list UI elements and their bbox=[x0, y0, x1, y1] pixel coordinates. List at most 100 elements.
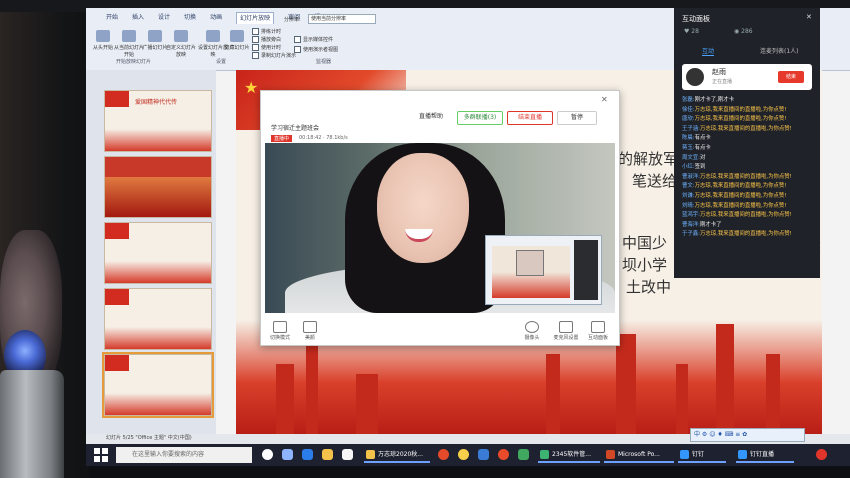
wechat-icon[interactable] bbox=[518, 449, 529, 460]
chat-text: 刚才卡了 bbox=[700, 221, 722, 228]
hide-slide-icon bbox=[230, 30, 244, 42]
chat-text: 有点卡 bbox=[694, 144, 711, 151]
notification-icon[interactable] bbox=[816, 449, 827, 460]
end-live-button[interactable]: 结束直播 bbox=[507, 111, 553, 125]
chat-message: 徐佳:万志琼,我来直播间的直播啦,为你点赞! bbox=[682, 106, 816, 116]
switch-mode-button[interactable]: 切换模式 bbox=[265, 321, 295, 341]
explorer-icon[interactable] bbox=[322, 449, 333, 460]
chat-text: 有点卡 bbox=[694, 135, 711, 142]
chat-message: 小红:签到 bbox=[682, 163, 816, 173]
chat-user: 张磊: bbox=[682, 97, 695, 103]
windows-taskbar: 在这里输入你要搜索的内容 万志琼2020秋... 2345软件管... Micr… bbox=[86, 444, 850, 466]
presenter-view-check[interactable]: 使用演示者视图 bbox=[294, 46, 338, 53]
chat-message: 于子鑫:万志琼,我来直播间的直播啦,为你点赞! bbox=[682, 230, 816, 240]
chat-text: 万志琼,我来直播间的直播啦,为你点赞! bbox=[694, 106, 787, 113]
taskbar-item-folder[interactable]: 万志琼2020秋... bbox=[364, 447, 430, 463]
slide-thumb-5[interactable]: 5 bbox=[102, 352, 214, 418]
chat-text: 万志琼,我来直播间的直播啦,为你点赞! bbox=[694, 183, 787, 190]
status-text: 幻灯片 5/25 "Office 主题" 中文(中国) bbox=[106, 435, 192, 441]
slide-thumb-1[interactable]: 1 爱国精神代代传 bbox=[104, 90, 212, 152]
mic-icon bbox=[559, 321, 573, 333]
end-mic-button[interactable]: 结束 bbox=[778, 71, 804, 83]
tab-home[interactable]: 开始 bbox=[106, 12, 118, 24]
close-icon[interactable]: ✕ bbox=[601, 95, 608, 104]
app-2345-icon bbox=[540, 450, 549, 459]
chat-text: 万志琼,我来直播间的直播啦,为你点赞! bbox=[700, 231, 792, 238]
host-card: 赵雨 正在直播 结束 bbox=[682, 64, 812, 90]
chat-user: 刘谦: bbox=[682, 192, 695, 199]
slide-thumb-4[interactable]: 4 bbox=[104, 288, 212, 350]
interaction-panel: 互动面板 ✕ ♥ 28 ◉ 286 互动 连麦列表(1人) 赵雨 正在直播 结束… bbox=[674, 8, 820, 278]
app2-icon[interactable] bbox=[478, 449, 489, 460]
chat-user: 小红: bbox=[682, 164, 695, 171]
taskbar-item-2345[interactable]: 2345软件管... bbox=[538, 447, 600, 463]
host-name: 赵雨 bbox=[712, 68, 726, 76]
browser-icon[interactable] bbox=[438, 449, 449, 460]
chat-user: 曹文: bbox=[682, 183, 695, 190]
beauty-button[interactable]: 美颜 bbox=[295, 321, 325, 341]
tab-interaction[interactable]: 互动 bbox=[702, 46, 715, 56]
chat-text: 万志琼,我来直播间的直播啦,为你点赞! bbox=[700, 212, 792, 219]
chat-user: 徐佳: bbox=[682, 106, 695, 113]
taskbar-item-powerpoint[interactable]: Microsoft Po... bbox=[604, 447, 674, 463]
multi-group-button[interactable]: 多群联播(3) bbox=[457, 111, 503, 125]
tab-insert[interactable]: 插入 bbox=[132, 12, 144, 24]
broadcast-icon bbox=[148, 30, 162, 42]
tab-slideshow[interactable]: 幻灯片放映 bbox=[236, 12, 275, 24]
likes-count: ♥ 28 bbox=[684, 28, 699, 35]
chat-text: 万志琼,我来直播间的直播啦,为你点赞! bbox=[694, 116, 787, 123]
chrome-icon[interactable] bbox=[498, 449, 509, 460]
views-count: ◉ 286 bbox=[734, 28, 753, 35]
live-help-button[interactable]: 直播帮助 bbox=[409, 111, 453, 123]
edge-icon[interactable] bbox=[302, 449, 313, 460]
poem-line-2: 笔送给 bbox=[632, 172, 678, 190]
live-time: 00:18:42 · 78.1kb/s bbox=[299, 135, 348, 141]
chat-user: 唐欣: bbox=[682, 116, 695, 123]
chat-user: 刘晴: bbox=[682, 202, 695, 209]
play-narration-check[interactable]: 播放旁白 bbox=[252, 36, 281, 43]
chat-message: 张磊:刚才卡了,刚才卡 bbox=[682, 96, 816, 106]
taskbar-item-dingtalk-live[interactable]: 钉钉直播 bbox=[736, 447, 794, 463]
slideshow-current-icon bbox=[122, 30, 136, 42]
qq-icon[interactable] bbox=[458, 449, 469, 460]
hide-slide-button[interactable]: 隐藏幻灯片 bbox=[222, 30, 252, 51]
show-media-controls-check[interactable]: 显示媒体控件 bbox=[294, 36, 333, 43]
cortana-icon[interactable] bbox=[262, 449, 273, 460]
app-icon[interactable] bbox=[342, 449, 353, 460]
chat-icon bbox=[591, 321, 605, 333]
slide-thumb-title: 爱国精神代代传 bbox=[135, 99, 178, 106]
chat-message: 蓝鸿宇:万志琼,我来直播间的直播啦,为你点赞! bbox=[682, 211, 816, 221]
camera-button[interactable]: 摄像头 bbox=[517, 321, 547, 341]
pause-button[interactable]: 暂停 bbox=[557, 111, 597, 125]
taskbar-item-dingtalk[interactable]: 钉钉 bbox=[678, 447, 726, 463]
tab-mic-list[interactable]: 连麦列表(1人) bbox=[760, 46, 799, 55]
tab-transitions[interactable]: 切换 bbox=[184, 12, 196, 24]
chat-text: 万志琼,我来直播间的直播啦,为你点赞! bbox=[694, 192, 787, 199]
ime-toolbar[interactable]: 中 ⚙ ☺ ♦ ⌨ ≡ ✿ bbox=[690, 428, 805, 442]
panel-close-icon[interactable]: ✕ bbox=[806, 13, 812, 21]
poem-line-4: 坝小学 bbox=[622, 256, 668, 274]
chat-message: 周文宣:对 bbox=[682, 154, 816, 164]
chat-message: 蒋玉:有点卡 bbox=[682, 144, 816, 154]
chat-user: 周文宣: bbox=[682, 154, 700, 161]
beauty-icon bbox=[303, 321, 317, 333]
chat-messages: 张磊:刚才卡了,刚才卡 徐佳:万志琼,我来直播间的直播啦,为你点赞! 唐欣:万志琼,… bbox=[682, 96, 816, 240]
chat-user: 王子涵: bbox=[682, 125, 700, 132]
resolution-select[interactable]: 使用当前分辨率 bbox=[308, 14, 376, 24]
chat-message: 陈晨:有点卡 bbox=[682, 134, 816, 144]
tab-animations[interactable]: 动画 bbox=[210, 12, 222, 24]
task-view-icon[interactable] bbox=[282, 449, 293, 460]
interaction-panel-button[interactable]: 互动面板 bbox=[583, 321, 613, 341]
slide-thumb-2[interactable]: 2 bbox=[104, 156, 212, 218]
use-timings-check[interactable]: 使用计时 bbox=[252, 44, 281, 51]
record-show-button[interactable]: 录制幻灯片演示 bbox=[252, 52, 296, 59]
rehearse-timings-button[interactable]: 排练计时 bbox=[252, 28, 281, 35]
chat-message: 曹文:万志琼,我来直播间的直播啦,为你点赞! bbox=[682, 182, 816, 192]
slide-thumb-3[interactable]: 3 bbox=[104, 222, 212, 284]
taskbar-search[interactable]: 在这里输入你要搜索的内容 bbox=[116, 447, 252, 463]
custom-show-button[interactable]: 自定义幻灯片放映 bbox=[166, 30, 196, 58]
tab-design[interactable]: 设计 bbox=[158, 12, 170, 24]
mic-settings-button[interactable]: 麦克风设置 bbox=[551, 321, 581, 341]
dingtalk-icon bbox=[680, 450, 689, 459]
windows-start-icon[interactable] bbox=[94, 448, 108, 462]
